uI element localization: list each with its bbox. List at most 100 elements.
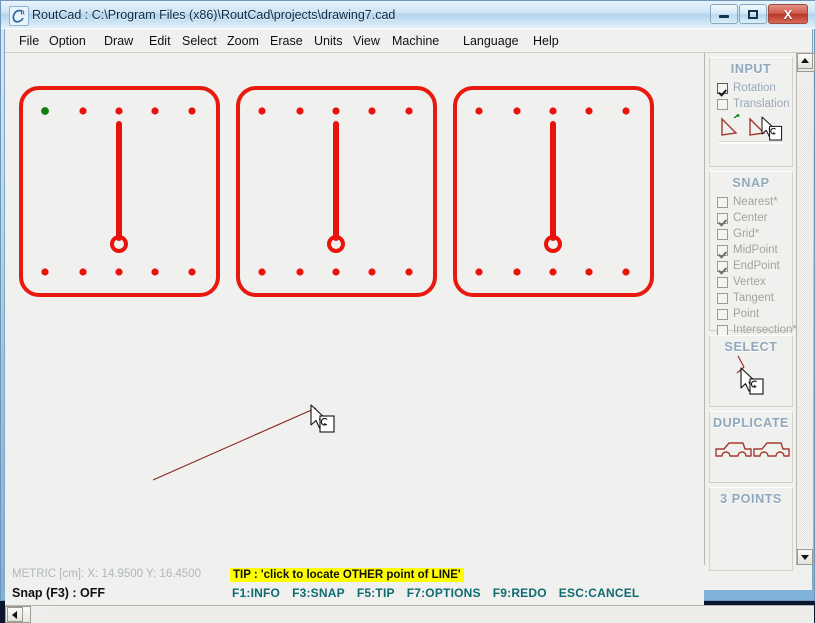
menu-item-file[interactable]: File [17, 32, 41, 50]
pointer-with-snap-badge-cursor [761, 116, 783, 141]
scroll-down-button[interactable] [797, 549, 813, 565]
vertical-scrollbar[interactable] [796, 53, 815, 565]
three-points-group-title: 3 POINTS [720, 492, 782, 506]
client-area: File Option Draw Edit Select Zoom Erase … [4, 29, 815, 623]
snap-option-point[interactable]: Point [710, 306, 792, 322]
menu-item-view[interactable]: View [351, 32, 382, 50]
vertex-label: Vertex [733, 275, 766, 288]
input-option-rotation[interactable]: Rotation [710, 80, 792, 96]
endpoint-label: EndPoint [733, 259, 780, 272]
menu-item-zoom[interactable]: Zoom [225, 32, 261, 50]
close-button[interactable]: X [768, 4, 808, 24]
minimize-button[interactable] [710, 4, 738, 24]
input-group-title: INPUT [730, 62, 772, 76]
fkey-f1-info[interactable]: F1:INFO [232, 586, 280, 600]
tip-banner: TIP : 'click to locate OTHER point of LI… [230, 568, 464, 582]
drawing-canvas[interactable] [5, 53, 704, 565]
snap-group: SNAP Nearest* Center Grid* MidPoint EndP… [709, 171, 797, 336]
input-group-divider [719, 141, 783, 144]
snap-status: Snap (F3) : OFF [12, 586, 106, 600]
fkey-f9-redo[interactable]: F9:REDO [493, 586, 547, 600]
snap-option-vertex[interactable]: Vertex [710, 274, 792, 290]
three-points-group[interactable]: 3 POINTS [709, 487, 793, 571]
menu-item-units[interactable]: Units [312, 32, 344, 50]
select-group-title: SELECT [724, 340, 778, 354]
menu-item-erase[interactable]: Erase [268, 32, 305, 50]
status-bar: METRIC [cm]: X: 14.9500 Y: 16.4500 Snap … [5, 565, 704, 605]
menu-item-draw[interactable]: Draw [102, 32, 135, 50]
grid-checkbox[interactable] [717, 228, 728, 240]
menu-item-help[interactable]: Help [531, 32, 561, 50]
title-bar: R RoutCad : C:\Program Files (x86)\RoutC… [1, 1, 815, 29]
input-group: INPUT Rotation Translation [709, 57, 793, 167]
chevron-down-icon [801, 555, 809, 560]
scroll-left-button[interactable] [7, 607, 23, 622]
select-vertex-cursor-icon [736, 355, 764, 395]
snap-option-center[interactable]: Center [710, 210, 792, 226]
translation-label: Translation [733, 97, 790, 110]
snap-option-tangent[interactable]: Tangent [710, 290, 792, 306]
chevron-up-icon [801, 58, 809, 63]
menu-item-option[interactable]: Option [47, 32, 88, 50]
midpoint-checkbox[interactable] [717, 244, 728, 256]
snap-option-endpoint[interactable]: EndPoint [710, 258, 792, 274]
point-checkbox[interactable] [717, 308, 728, 320]
nearest-label: Nearest* [733, 195, 778, 208]
input-option-translation[interactable]: Translation [710, 96, 792, 112]
coordinates-readout: METRIC [cm]: X: 14.9500 Y: 16.4500 [12, 568, 201, 580]
rotation-label: Rotation [733, 81, 776, 94]
rotation-angle-icon [721, 114, 740, 136]
vertical-scrollbar-track[interactable] [797, 87, 813, 547]
application-window: R RoutCad : C:\Program Files (x86)\RoutC… [0, 0, 815, 623]
car-outline-icon [753, 442, 790, 457]
fkey-f3-snap[interactable]: F3:SNAP [292, 586, 345, 600]
close-icon: X [783, 6, 793, 22]
tangent-label: Tangent [733, 291, 774, 304]
fkey-f5-tip[interactable]: F5:TIP [357, 586, 395, 600]
fkey-esc-cancel[interactable]: ESC:CANCEL [559, 586, 640, 600]
car-outline-icon [715, 442, 752, 457]
maximize-icon [748, 9, 758, 19]
maximize-button[interactable] [739, 4, 767, 24]
center-label: Center [733, 211, 768, 224]
snap-option-nearest[interactable]: Nearest* [710, 194, 792, 210]
rotation-checkbox[interactable] [717, 82, 728, 94]
center-checkbox[interactable] [717, 212, 728, 224]
input-icon-row [710, 112, 792, 146]
horizontal-scrollbar-track[interactable] [49, 607, 812, 622]
intersection-label: Intersection* [733, 323, 797, 336]
midpoint-label: MidPoint [733, 243, 778, 256]
vertex-checkbox[interactable] [717, 276, 728, 288]
select-group[interactable]: SELECT [709, 335, 793, 407]
nearest-checkbox[interactable] [717, 196, 728, 208]
origin-marker [41, 107, 49, 115]
window-title: RoutCad : C:\Program Files (x86)\RoutCad… [32, 8, 396, 22]
routcad-logo-icon: R [9, 6, 29, 26]
horizontal-scrollbar[interactable] [5, 605, 814, 623]
fkey-f7-options[interactable]: F7:OPTIONS [407, 586, 481, 600]
menu-bar: File Option Draw Edit Select Zoom Erase … [5, 29, 812, 53]
snap-option-grid[interactable]: Grid* [710, 226, 792, 242]
tangent-checkbox[interactable] [717, 292, 728, 304]
rubber-band-line [152, 407, 317, 481]
translation-checkbox[interactable] [717, 98, 728, 110]
cad-shape-1 [21, 88, 218, 295]
scroll-up-button[interactable] [797, 53, 813, 69]
menu-item-machine[interactable]: Machine [390, 32, 441, 50]
menu-item-edit[interactable]: Edit [147, 32, 173, 50]
menu-item-select[interactable]: Select [180, 32, 219, 50]
grid-label: Grid* [733, 227, 760, 240]
cad-shape-3 [455, 88, 652, 295]
intersection-checkbox[interactable] [717, 324, 728, 336]
endpoint-checkbox[interactable] [717, 260, 728, 272]
duplicate-group[interactable]: DUPLICATE [709, 411, 793, 483]
svg-text:R: R [21, 11, 26, 17]
snap-group-title: SNAP [732, 176, 770, 190]
tool-panel: INPUT Rotation Translation SNAP Nearest*… [704, 53, 797, 571]
point-label: Point [733, 307, 760, 320]
pointer-with-snap-badge-cursor [310, 404, 335, 433]
snap-option-midpoint[interactable]: MidPoint [710, 242, 792, 258]
function-key-hints: F1:INFO F3:SNAP F5:TIP F7:OPTIONS F9:REDO ESC… [232, 586, 651, 600]
cad-shape-2 [238, 88, 435, 295]
menu-item-language[interactable]: Language [461, 32, 521, 50]
